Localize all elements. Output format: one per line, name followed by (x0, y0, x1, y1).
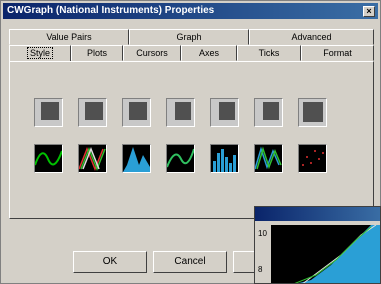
tab-label: Cursors (136, 48, 168, 58)
tab-label: Plots (86, 48, 107, 58)
tab-cursors[interactable]: Cursors (123, 45, 181, 61)
preview-window: 10 8 (254, 206, 381, 284)
tab-advanced[interactable]: Advanced (249, 29, 374, 45)
window-title: CWGraph (National Instruments) Propertie… (7, 5, 215, 16)
tab-value-pairs[interactable]: Value Pairs (9, 29, 129, 45)
style-thumb-scatter-red[interactable] (298, 144, 327, 173)
waveform-icon (35, 150, 62, 166)
preview-graph (294, 224, 380, 283)
style-thumb-7[interactable] (298, 98, 327, 127)
multi-waveform-icon (79, 146, 106, 172)
style-panel (9, 61, 374, 219)
preview-plot (271, 224, 380, 283)
preview-title-bar (255, 207, 380, 221)
close-button[interactable]: × (363, 6, 375, 17)
close-icon: × (366, 6, 372, 16)
style-thumb-6[interactable] (254, 98, 283, 127)
style-thumb-waveform-multicolor[interactable] (78, 144, 107, 173)
waveform-icon (255, 146, 282, 170)
scatter-icon (302, 150, 324, 166)
tab-ticks[interactable]: Ticks (237, 45, 301, 61)
style-thumb-waveform-teal[interactable] (166, 144, 195, 173)
area-icon (123, 147, 150, 172)
ok-button[interactable]: OK (73, 251, 147, 273)
title-bar: CWGraph (National Instruments) Propertie… (3, 3, 378, 19)
preview-y-label-mid: 8 (258, 265, 263, 274)
cancel-button[interactable]: Cancel (153, 251, 227, 273)
bars-icon (213, 149, 236, 172)
style-thumb-3[interactable] (122, 98, 151, 127)
style-thumb-1[interactable] (34, 98, 63, 127)
tab-label: Value Pairs (46, 32, 92, 42)
style-thumb-waveform-green[interactable] (34, 144, 63, 173)
waveform-icon (167, 148, 194, 168)
tab-label: Style (26, 47, 53, 59)
tab-axes[interactable]: Axes (181, 45, 237, 61)
tab-label: Format (323, 48, 352, 58)
preview-y-label-top: 10 (258, 229, 267, 238)
style-thumb-bars-blue[interactable] (210, 144, 239, 173)
tab-plots[interactable]: Plots (71, 45, 123, 61)
style-thumb-5[interactable] (210, 98, 239, 127)
tab-label: Ticks (258, 48, 280, 58)
tab-graph[interactable]: Graph (129, 29, 249, 45)
tab-label: Axes (198, 48, 219, 58)
tab-format[interactable]: Format (301, 45, 374, 61)
tab-row-front: Style Plots Cursors Axes Ticks Format (9, 45, 374, 63)
tab-row-back: Value Pairs Graph Advanced (9, 29, 374, 45)
style-thumb-area-blue[interactable] (122, 144, 151, 173)
style-thumb-4[interactable] (166, 98, 195, 127)
style-thumb-waveform-teal-green[interactable] (254, 144, 283, 173)
style-thumb-2[interactable] (78, 98, 107, 127)
tab-label: Graph (176, 32, 202, 42)
tab-label: Advanced (291, 32, 332, 42)
